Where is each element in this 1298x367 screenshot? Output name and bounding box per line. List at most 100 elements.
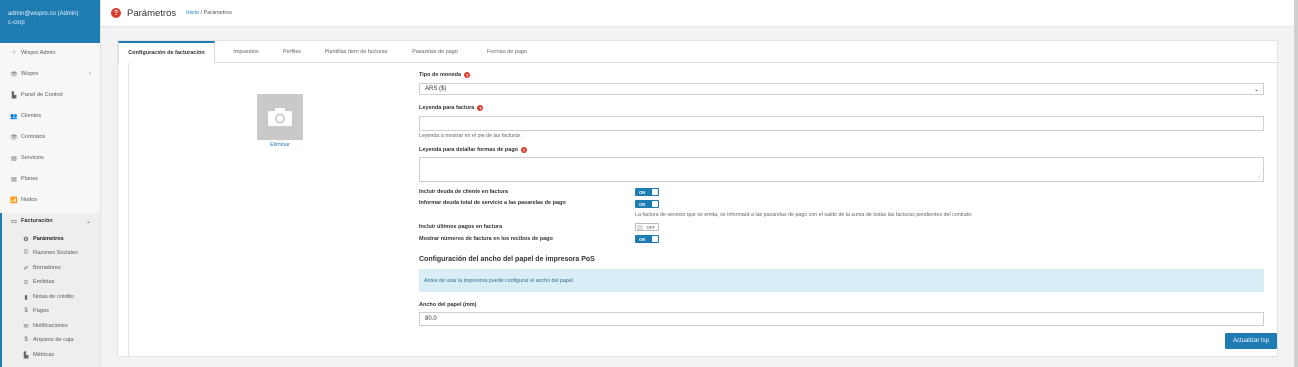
currency-select-value: ARS ($) [425,86,447,92]
sidebar-subitem-label: Métricas [33,352,55,358]
toggle-numeros-recibos[interactable]: ON [635,235,659,243]
tab-bar: Configuración de facturación Impuestos P… [118,41,1279,64]
toggle-deuda-pasarelas[interactable]: ON [635,200,659,208]
sidebar-item-wispro[interactable]: 👁 Wispro ‹ [0,68,100,80]
tab-panel: Eliminar Tipo de moneda ? ARS ($) ⌄ Leye… [128,63,1278,357]
printer-info-alert: Antes de usar la impresora puede configu… [419,269,1264,292]
toggle-label-deuda-cliente: Incluir deuda de cliente en factura [419,189,508,195]
delete-logo-link[interactable]: Eliminar [257,142,303,148]
sidebar-subitem-notificaciones[interactable]: ✉ Notificaciones [0,320,100,332]
eye-icon: 👁 [10,71,18,78]
sidebar-subitem-label: Notas de crédito [33,294,74,300]
list-icon: ▤ [11,155,17,162]
help-icon[interactable]: ? [477,105,484,111]
sidebar-item-label: Nodos [21,197,38,203]
sidebar-subitem-metricas[interactable]: ▙ Métricas [0,349,100,361]
printer-section-title: Configuración del ancho del papel de imp… [419,256,595,263]
chevron-down-icon: ⌄ [1253,86,1259,93]
sidebar-item-servicios[interactable]: ▤ Servicios [0,152,100,164]
tab-plantillas-item[interactable]: Plantillas ítem de facturas [315,41,397,63]
sidebar-subitem-label: Pagos [33,308,49,314]
area-chart-icon: ▙ [23,352,29,359]
sidebar-subitem-label: Emitidas [33,279,55,285]
tab-configuracion-facturacion[interactable]: Configuración de facturación [118,41,215,64]
sidebar-subitem-razones-sociales[interactable]: © Razones Sociales [0,247,100,259]
payment-legend-textarea[interactable]: ⟋ [419,157,1264,182]
sidebar-subitem-pagos[interactable]: $ Pagos [0,305,100,317]
settings-card: Configuración de facturación Impuestos P… [117,40,1279,357]
page-title: Parámetros [127,7,177,19]
resize-handle-icon[interactable]: ⟋ [1257,175,1261,181]
breadcrumb-current: Parámetros [203,10,232,16]
pencil-icon: ✐ [23,265,29,272]
chevron-down-icon: ⌄ [85,218,91,225]
list-icon: ▤ [11,176,17,183]
tab-impuestos[interactable]: Impuestos [221,41,271,63]
page-header: ? Parámetros Inicio / Parámetros [101,0,1298,27]
help-icon[interactable]: ? [521,147,528,153]
sidebar-item-planes[interactable]: ▤ Planes [0,173,100,185]
invoice-legend-input[interactable] [419,116,1264,131]
sidebar-subitem-borradores[interactable]: ✐ Borradores [0,262,100,274]
wifi-icon: 📶 [10,197,18,204]
sidebar-item-label: Contratos [21,134,46,140]
currency-select[interactable]: ARS ($) ⌄ [419,83,1264,95]
invoice-legend-label-text: Leyenda para factura [419,105,475,111]
tab-pasarelas-de-pago[interactable]: Pasarelas de pago [404,41,466,63]
sidebar-user[interactable]: admin@wispro.co (Admin) c-corp [0,0,100,43]
payment-legend-label-text: Leyenda para detallar formas de pago [419,147,519,153]
camera-icon [268,108,292,126]
payment-legend-label: Leyenda para detallar formas de pago ? [419,147,528,153]
gears-icon: ⚙ [23,236,29,243]
submit-button[interactable]: Actualizar tsp [1225,333,1277,349]
sidebar-subitem-notas-de-credito[interactable]: ▮ Notas de crédito [0,291,100,303]
sidebar-item-label: Clientes [21,113,42,119]
user-company: c-corp [8,20,25,26]
bookmark-icon: ▮ [24,294,28,301]
sidebar-item-contratos[interactable]: 👁 Contratos [0,131,100,143]
sidebar-item-label: Planes [21,176,39,182]
envelope-icon: ✉ [23,323,29,330]
toggle-ultimos-pagos[interactable]: OFF [635,223,659,231]
help-icon[interactable]: ? [111,8,121,18]
dollar-icon: $ [24,337,28,343]
sidebar-item-wispro-admin[interactable]: ○ Wispro Admin [0,47,100,59]
user-email: admin@wispro.co (Admin) [8,11,79,17]
area-chart-icon: ▙ [11,92,17,99]
help-icon[interactable]: ? [464,72,471,78]
tab-formas-de-pago[interactable]: Formas de pago [476,41,538,63]
sidebar-subitem-label: Razones Sociales [33,250,78,256]
window-scrollbar[interactable] [1294,0,1298,367]
sidebar-subitem-arqueos-de-caja[interactable]: $ Arqueos de caja [0,334,100,346]
sidebar-subitem-emitidas[interactable]: ⊙ Emitidas [0,276,100,288]
invoice-icon: ▭ [11,218,17,225]
sidebar-item-label: Panel de Control [21,92,63,98]
users-icon: 👥 [10,113,18,120]
sidebar-item-panel-de-control[interactable]: ▙ Panel de Control [0,89,100,101]
gateway-hint: La factura de servicio que se emita, se … [635,212,973,218]
sidebar-item-clientes[interactable]: 👥 Clientes [0,110,100,122]
chevron-left-icon: ‹ [89,71,91,77]
toggle-deuda-cliente[interactable]: ON [635,188,659,196]
sidebar-item-nodos[interactable]: 📶 Nodos [0,194,100,206]
logo-placeholder[interactable] [257,94,303,140]
sidebar-subitem-parametros[interactable]: ⚙ Parámetros [0,233,100,245]
paper-width-label: Ancho del papel (mm) [419,302,477,308]
sidebar-item-label: Servicios [21,155,44,161]
sidebar-item-label: Facturación [21,218,53,224]
breadcrumb-home-link[interactable]: Inicio [186,10,199,16]
tab-perfiles[interactable]: Perfiles [273,41,311,63]
sidebar-item-label: Wispro Admin [21,50,56,56]
eye-icon: 👁 [10,134,18,141]
circle-icon: ○ [12,50,16,56]
sidebar-subitem-label: Arqueos de caja [33,337,74,343]
check-circle-icon: ⊙ [23,279,29,286]
sidebar-item-label: Wispro [21,71,39,77]
invoice-legend-hint: Leyenda a mostrar en el pie de las factu… [419,133,521,139]
toggle-label-numeros-recibos: Mostrar números de factura en los recibo… [419,236,553,242]
breadcrumb: Inicio / Parámetros [186,10,232,16]
sidebar-subitem-label: Parámetros [33,236,64,242]
currency-label-text: Tipo de moneda [419,72,462,78]
sidebar-item-facturacion[interactable]: ▭ Facturación ⌄ [0,215,100,227]
paper-width-input[interactable]: 80.0 [419,312,1264,326]
